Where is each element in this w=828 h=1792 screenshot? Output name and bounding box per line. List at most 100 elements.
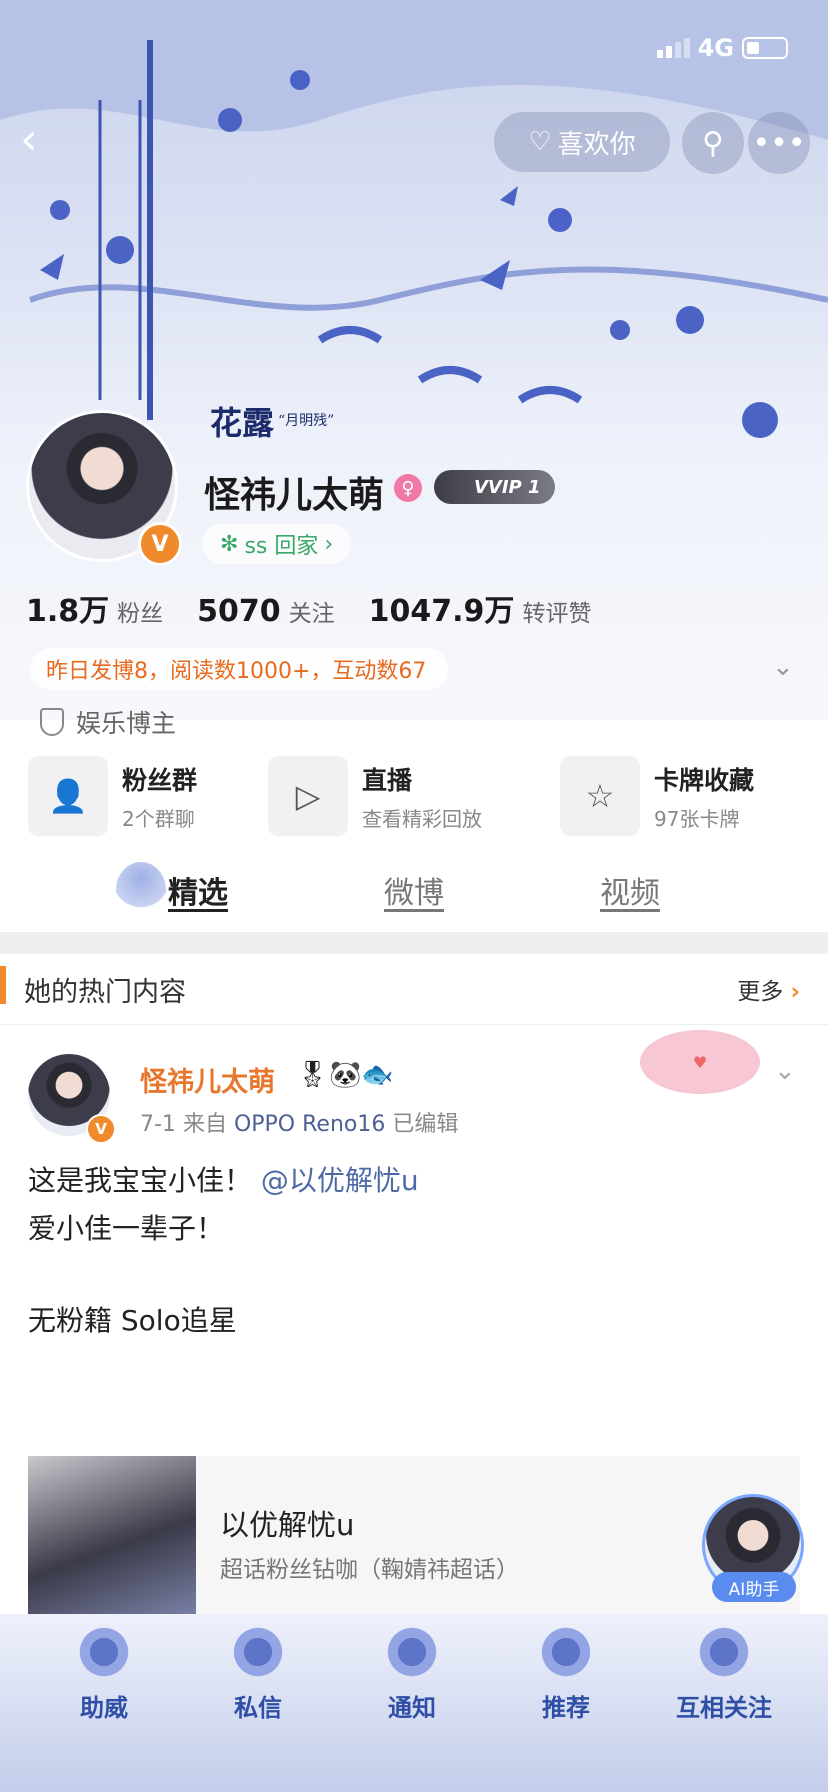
search-icon: ⚲ (702, 125, 724, 161)
more-link[interactable]: 更多 › (737, 972, 800, 1006)
nav-label: 助威 (80, 1694, 128, 1722)
panda-icon: 🐼 (329, 1060, 362, 1090)
stat-fans[interactable]: 1.8万 粉丝 (26, 586, 163, 630)
section-divider (0, 932, 828, 954)
nav-mutual-follow[interactable]: 互相关注 (664, 1624, 784, 1723)
post-line-1: 这是我宝宝小佳！ @以优解忧u (28, 1158, 419, 1204)
ai-assistant-label[interactable]: AI助手 (712, 1572, 796, 1602)
stat-label: 转评赞 (522, 601, 592, 627)
calligraphy-text: 花露 (210, 404, 275, 442)
flower-icon (230, 1624, 286, 1680)
stat-label: 关注 (288, 601, 335, 627)
stat-following[interactable]: 5070 关注 (197, 594, 335, 629)
entry-live[interactable]: ▷ 直播查看精彩回放 (268, 756, 482, 836)
search-button[interactable]: ⚲ (682, 112, 744, 174)
fish-icon: 🐟 (361, 1060, 394, 1090)
chevron-left-icon: ‹ (20, 114, 38, 165)
entry-cards[interactable]: ☆ 卡牌收藏 97张卡牌 (560, 756, 754, 836)
verified-badge: V (86, 1114, 116, 1144)
profile-stats: 1.8万 粉丝 5070 关注 1047.9万 转评赞 (26, 586, 591, 630)
chevron-right-icon: › (790, 979, 800, 1005)
chevron-right-icon: › (324, 531, 334, 557)
entry-subtitle: 查看精彩回放 (362, 806, 482, 831)
post-from: 来自 (182, 1112, 227, 1137)
hot-content-header: 她的热门内容 更多 › (0, 954, 828, 1025)
stat-value: 5070 (197, 594, 281, 629)
nav-notifications[interactable]: 通知 (352, 1624, 472, 1723)
vase-icon (76, 1624, 132, 1680)
stat-label: 粉丝 (117, 601, 164, 627)
accent-bar (0, 966, 6, 1004)
card-subtitle: 超话粉丝钻咖（鞠婧祎超话） (220, 1557, 519, 1583)
butterfly-icon (538, 1624, 594, 1680)
tab-video[interactable]: 视频 (600, 868, 660, 912)
card-icon: ☆ (560, 756, 640, 836)
network-label: 4G (697, 34, 734, 62)
entry-title: 直播 (362, 765, 413, 795)
snowflake-icon: ✻ (220, 531, 239, 557)
book-icon (696, 1624, 752, 1680)
more-button[interactable]: ••• (748, 112, 810, 174)
battery-icon (742, 37, 788, 59)
entry-subtitle: 97张卡牌 (654, 806, 740, 831)
category-label: 娱乐博主 (76, 709, 177, 738)
post-device[interactable]: OPPO Reno16 (234, 1112, 385, 1137)
tab-featured[interactable]: 精选 (168, 868, 228, 912)
nav-messages[interactable]: 私信 (198, 1624, 318, 1723)
shield-icon (40, 708, 64, 736)
quick-entries: 👤 粉丝群 2个群聊 ▷ 直播查看精彩回放 ☆ 卡牌收藏 97张卡牌 (0, 756, 828, 840)
hot-title: 她的热门内容 (24, 977, 186, 1008)
more-dots-icon: ••• (752, 125, 806, 161)
status-bar: 4G (656, 34, 788, 62)
post-author[interactable]: 怪祎儿太萌 (140, 1060, 275, 1099)
ss-label: ss 回家 (244, 534, 319, 559)
back-button[interactable]: ‹ (20, 118, 68, 166)
entry-title: 粉丝群 (122, 765, 198, 795)
ss-home-link[interactable]: ✻ ss 回家 › (202, 524, 352, 564)
entry-subtitle: 2个群聊 (122, 806, 195, 831)
umbrella-icon (116, 862, 166, 918)
peach-icon: ♡ (528, 127, 552, 157)
vvip-mini-icon: 🎖 (296, 1060, 330, 1090)
vvip-badge[interactable]: VVIP 1 (434, 470, 555, 504)
post-meta: 7-1 来自 OPPO Reno16 已编辑 (140, 1106, 458, 1138)
entry-title: 卡牌收藏 (654, 765, 755, 795)
yesterday-summary[interactable]: 昨日发博8，阅读数1000+，互动数67 (30, 648, 449, 690)
stat-value: 1.8万 (26, 594, 110, 629)
nav-label: 通知 (388, 1694, 436, 1722)
people-icon: 👤 (28, 756, 108, 836)
post-line-3: 无粉籍 Solo追星 (28, 1304, 237, 1337)
post-menu-chevron-icon[interactable]: ⌄ (774, 1056, 796, 1086)
post-edited: 已编辑 (392, 1112, 459, 1137)
calligraphy-subtext: “月明残” (278, 413, 335, 429)
verified-badge: V (138, 522, 182, 566)
post-date: 7-1 (140, 1112, 176, 1137)
profile-name: 怪祎儿太萌 (204, 475, 385, 516)
expand-chevron-icon[interactable]: ⌄ (772, 652, 794, 682)
tab-weibo[interactable]: 微博 (384, 868, 444, 912)
pig-sticker-icon: ♥ (640, 1030, 760, 1094)
card-title: 以优解忧u (220, 1508, 355, 1542)
like-label: 喜欢你 (557, 129, 636, 160)
category-tag: 娱乐博主 (40, 704, 176, 740)
stat-interactions[interactable]: 1047.9万 转评赞 (369, 586, 592, 630)
more-label: 更多 (737, 979, 784, 1005)
like-button[interactable]: ♡ 喜欢你 (494, 112, 670, 172)
pouch-icon (384, 1624, 440, 1680)
nav-label: 互相关注 (676, 1694, 772, 1722)
badge-icons: 🎖🐼🐟 (296, 1060, 394, 1090)
post-mention[interactable]: @以优解忧u (261, 1164, 419, 1197)
post-text: 这是我宝宝小佳！ (28, 1164, 253, 1197)
stat-value: 1047.9万 (368, 594, 515, 629)
post-line-2: 爱小佳一辈子！ (28, 1212, 225, 1245)
female-icon: ♀ (394, 474, 422, 502)
nav-label: 私信 (234, 1694, 282, 1722)
tv-icon: ▷ (268, 756, 348, 836)
nav-label: 推荐 (542, 1694, 590, 1722)
card-thumbnail (28, 1456, 196, 1618)
entry-fan-group[interactable]: 👤 粉丝群 2个群聊 (28, 756, 197, 836)
bottom-nav: 助威 私信 通知 推荐 互相关注 (0, 1614, 828, 1792)
nav-recommend[interactable]: 推荐 (506, 1624, 626, 1723)
nav-cheer[interactable]: 助威 (44, 1624, 164, 1723)
signal-icon (656, 38, 690, 58)
